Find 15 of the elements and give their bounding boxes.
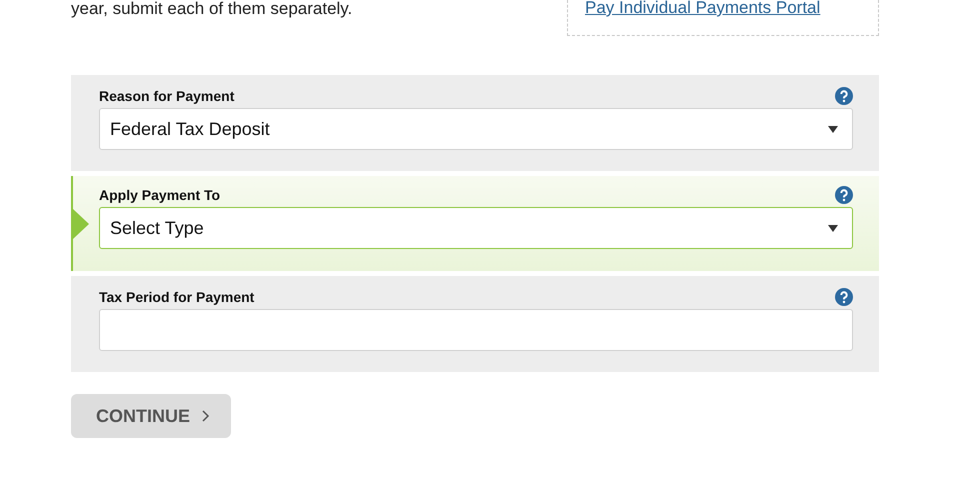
field-label: Apply Payment To: [99, 186, 220, 205]
continue-button[interactable]: CONTINUE: [71, 394, 231, 438]
help-icon[interactable]: [835, 288, 853, 306]
field-label: Tax Period for Payment: [99, 288, 254, 307]
help-icon[interactable]: [835, 186, 853, 204]
intro-text: year, submit each of them separately.: [71, 0, 352, 18]
dropdown-arrow-icon: [828, 224, 838, 232]
select-dropdown[interactable]: Federal Tax Deposit: [99, 108, 853, 150]
field-label: Reason for Payment: [99, 86, 234, 106]
portal-link[interactable]: Pay Individual Payments Portal: [585, 0, 878, 17]
dropdown-arrow-icon: [828, 126, 838, 132]
select-dropdown[interactable]: Select Type: [99, 207, 853, 249]
chevron-right-icon: [202, 410, 210, 422]
help-icon[interactable]: [835, 87, 853, 105]
input-field[interactable]: [99, 309, 853, 351]
